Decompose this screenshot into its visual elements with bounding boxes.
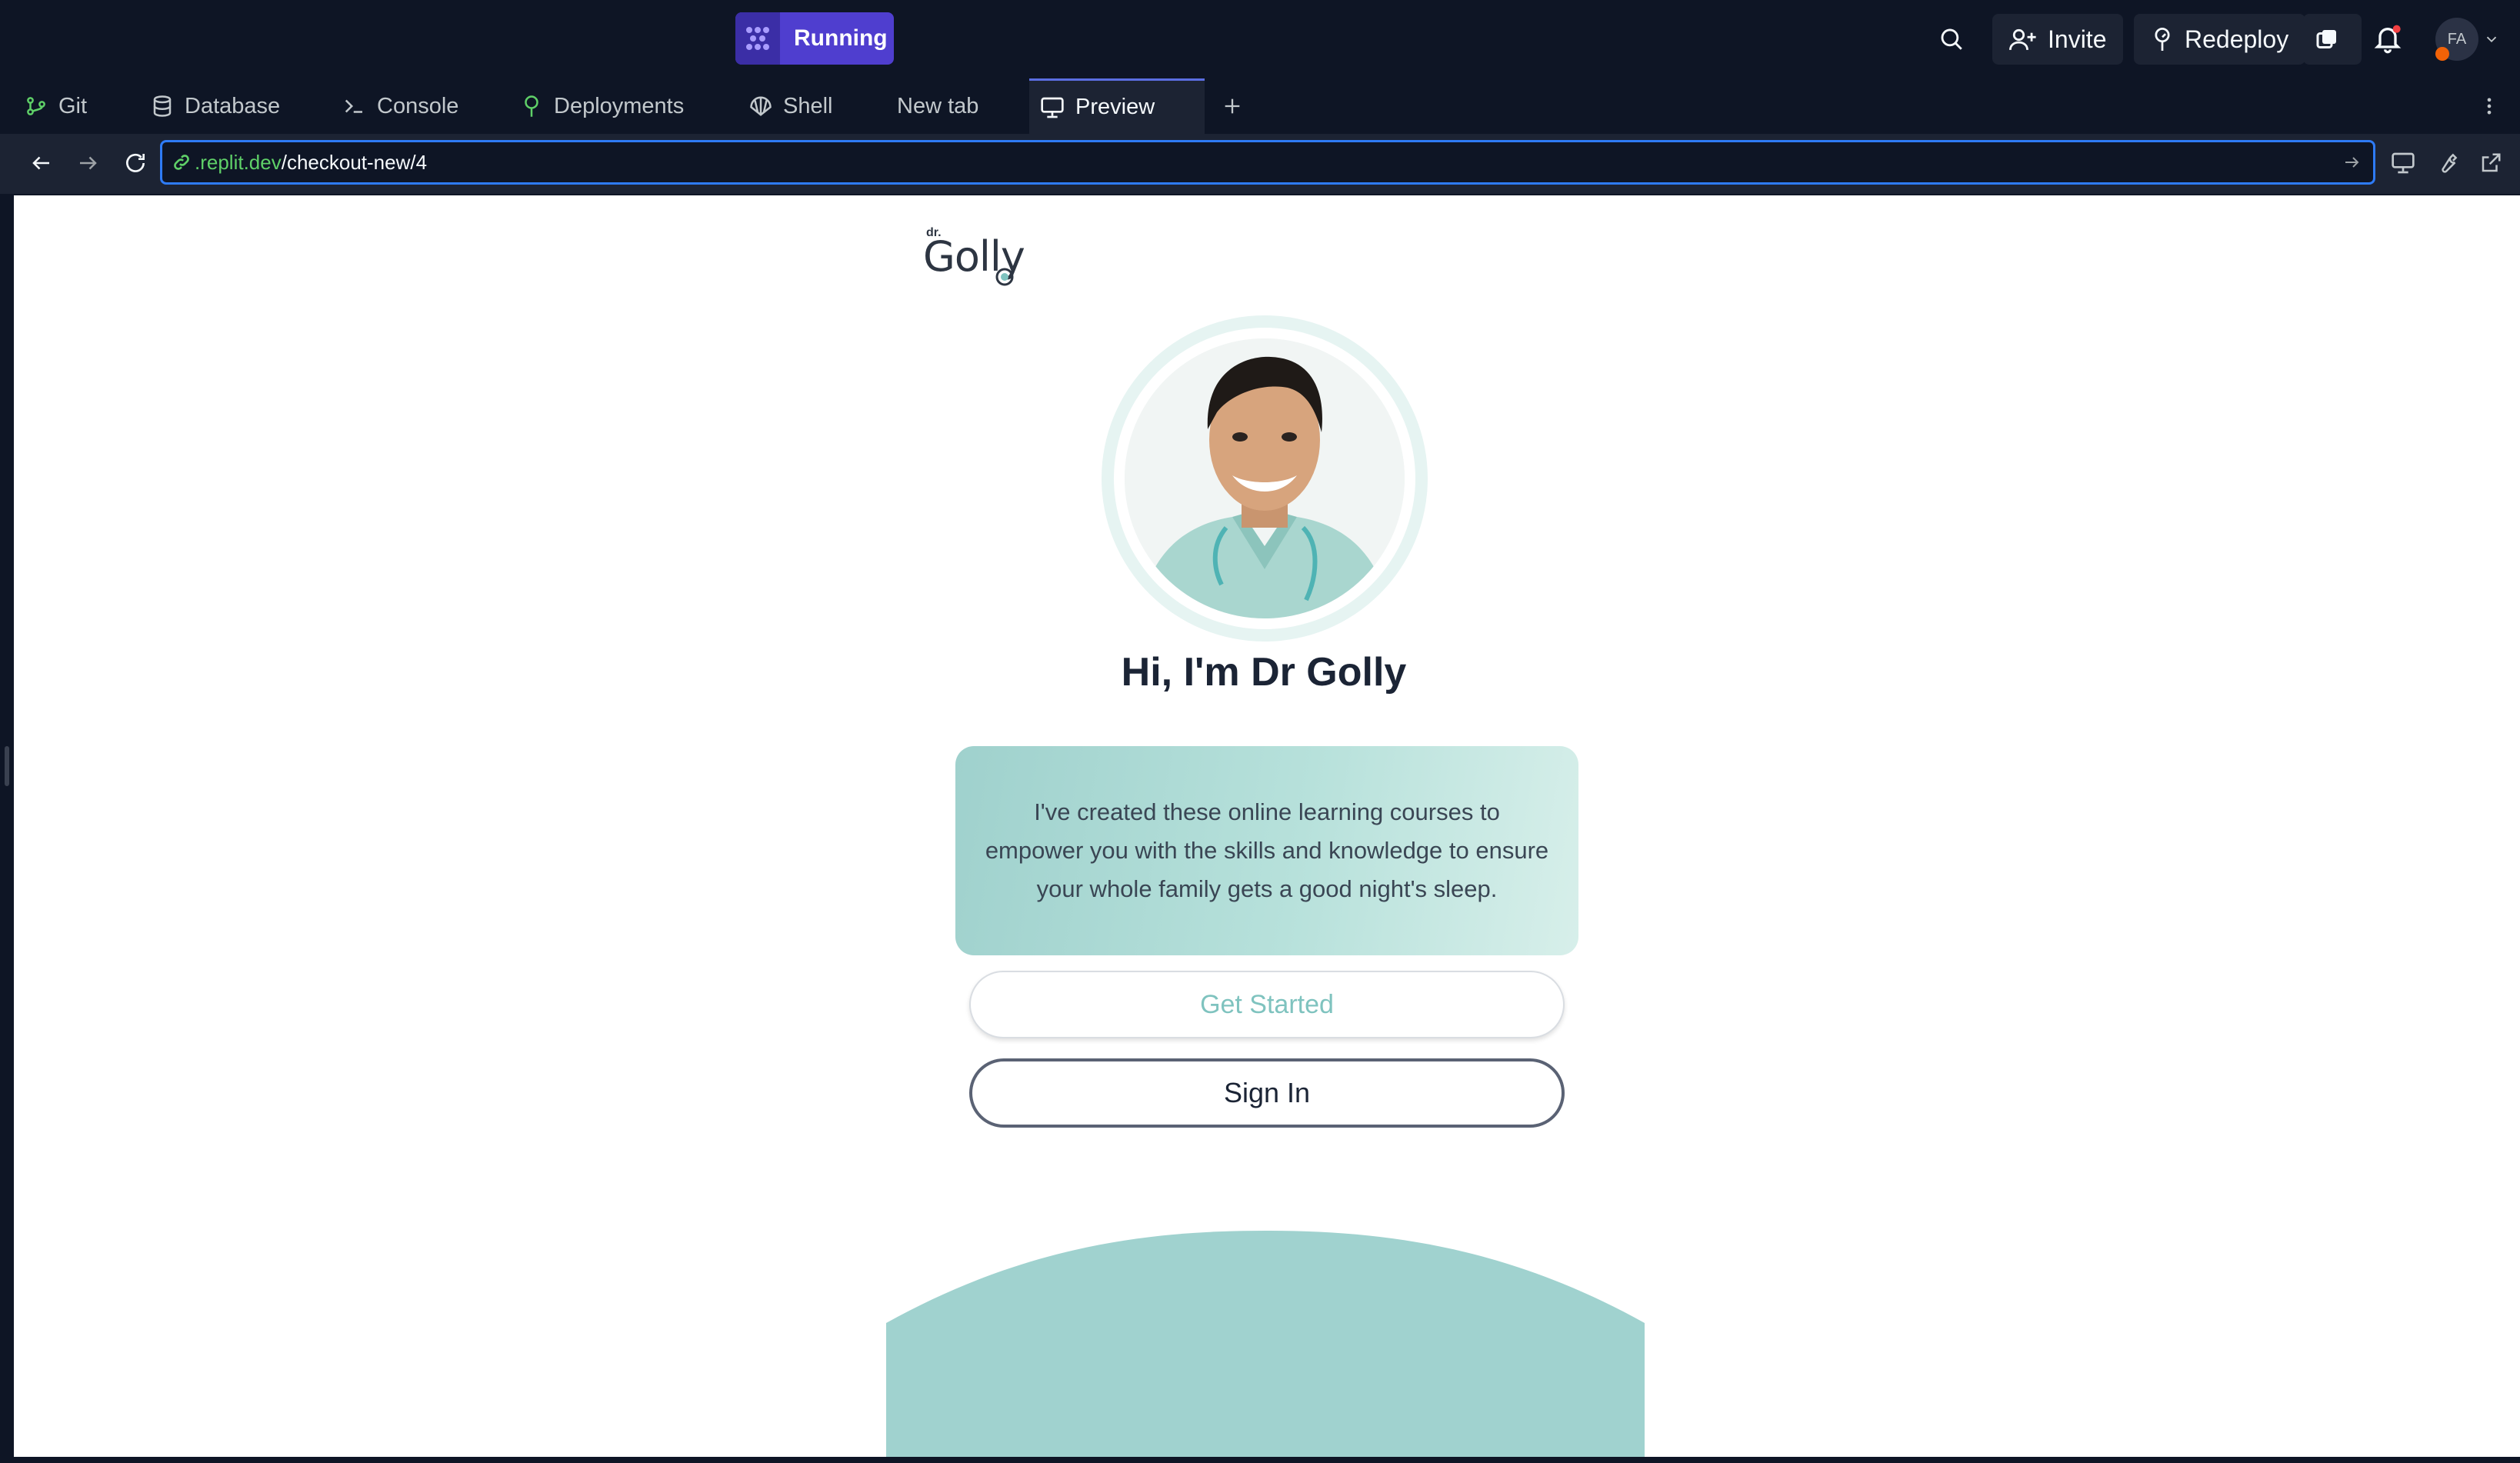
devtools-button[interactable] — [2434, 149, 2462, 177]
more-options-button[interactable] — [2478, 78, 2511, 134]
tab-new-tab[interactable]: New tab — [897, 78, 978, 134]
wrench-icon — [2442, 153, 2458, 173]
arrow-right-icon — [80, 156, 97, 170]
preview-frame: dr. Golly Hi, I'm Dr Golly I've created … — [14, 195, 2520, 1457]
notifications-button[interactable] — [2372, 14, 2403, 65]
url-host: .replit.dev — [195, 150, 282, 174]
invite-button[interactable]: Invite — [1992, 14, 2124, 65]
more-vertical-icon — [2487, 98, 2492, 115]
get-started-button[interactable]: Get Started — [969, 971, 1565, 1038]
reload-button[interactable] — [122, 149, 149, 177]
resize-handle[interactable] — [5, 746, 9, 786]
tab-label: Deployments — [554, 93, 685, 118]
deployments-icon — [525, 95, 538, 117]
tab-label: Database — [185, 93, 281, 118]
reload-icon — [126, 153, 145, 172]
database-icon — [153, 95, 172, 117]
run-status-label: Running — [794, 25, 888, 51]
go-arrow-icon[interactable] — [2342, 153, 2361, 172]
dr-golly-logo: dr. Golly — [923, 226, 1034, 295]
url-bar[interactable]: .replit.dev/checkout-new/4 — [160, 140, 2375, 185]
redeploy-button[interactable]: Redeploy — [2134, 14, 2306, 65]
doctor-avatar — [1102, 315, 1428, 642]
windows-icon — [2316, 30, 2336, 48]
tab-shell[interactable]: Shell — [749, 78, 833, 134]
redeploy-label: Redeploy — [2185, 25, 2289, 53]
run-status-icon — [735, 12, 780, 65]
tab-label: Preview — [1075, 95, 1155, 119]
preview-toolbar: .replit.dev/checkout-new/4 — [0, 134, 2520, 194]
tab-label: New tab — [897, 93, 979, 118]
tab-label: Console — [377, 93, 459, 118]
back-button[interactable] — [28, 149, 55, 177]
search-button[interactable] — [1938, 14, 1965, 65]
monitor-icon — [2392, 152, 2415, 174]
forward-button[interactable] — [74, 149, 102, 177]
workspace-header: Running Invite Redeploy FA — [0, 0, 2520, 78]
pane-tabs: Git Database Console Deployments Shell N… — [0, 78, 2520, 135]
invite-label: Invite — [2048, 25, 2107, 53]
decorative-arch — [886, 1231, 1645, 1457]
stethoscope-icon — [995, 268, 1014, 286]
user-menu[interactable]: FA — [2435, 14, 2500, 65]
deploy-icon — [2155, 27, 2170, 51]
sign-in-button[interactable]: Sign In — [969, 1058, 1565, 1128]
url-path: /checkout-new/4 — [281, 150, 428, 174]
monitor-icon — [1041, 97, 1064, 118]
add-tab-button[interactable] — [1222, 78, 1254, 134]
page-title: Hi, I'm Dr Golly — [1121, 650, 1407, 695]
terminal-icon — [345, 99, 362, 113]
user-initials: FA — [2447, 30, 2467, 48]
tab-git[interactable]: Git — [25, 78, 87, 134]
devices-button[interactable] — [2389, 149, 2417, 177]
avatar: FA — [2435, 18, 2478, 61]
multiplayer-button[interactable] — [2303, 14, 2362, 65]
tab-label: Shell — [783, 93, 833, 118]
add-user-icon — [2009, 28, 2036, 50]
run-button[interactable]: Running — [735, 12, 894, 65]
external-link-icon — [2482, 153, 2501, 172]
tab-database[interactable]: Database — [151, 78, 280, 134]
intro-card: I've created these online learning cours… — [955, 746, 1578, 955]
bell-icon — [2374, 25, 2402, 54]
doctor-photo — [1125, 338, 1405, 618]
tab-label: Git — [58, 93, 88, 118]
shell-icon — [750, 96, 772, 116]
tab-deployments[interactable]: Deployments — [520, 78, 684, 134]
open-new-window-button[interactable] — [2477, 149, 2505, 177]
intro-text: I've created these online learning cours… — [985, 798, 1549, 902]
arrow-left-icon — [32, 156, 49, 170]
search-icon — [1941, 28, 1962, 50]
link-icon — [174, 155, 189, 170]
plus-icon — [1225, 98, 1240, 114]
plan-badge-icon — [2435, 47, 2449, 61]
git-icon — [27, 97, 45, 115]
tab-console[interactable]: Console — [343, 78, 458, 134]
chevron-down-icon — [2486, 36, 2497, 43]
tab-preview[interactable]: Preview — [1029, 78, 1205, 134]
